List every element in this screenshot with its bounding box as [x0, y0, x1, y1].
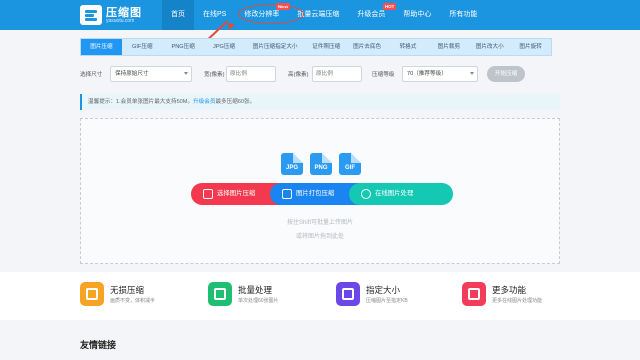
crop-frame-icon [336, 282, 360, 306]
plus-circle-icon [361, 189, 371, 199]
nav-home[interactable]: 首页 [162, 0, 194, 30]
png-file-icon: PNG [310, 153, 332, 175]
shift-hint: 按住Shift可批量上传图片 [286, 220, 353, 226]
nav-upgrade-member[interactable]: 升级会员 HOT [348, 0, 397, 30]
feature-desc: 画质不变，体积减半 [110, 298, 156, 304]
feature-title: 指定大小 [366, 285, 401, 295]
notice-suffix: 最多压缩60张。 [215, 99, 256, 105]
tab-compress-to-size[interactable]: 图片压缩指定大小 [245, 39, 306, 55]
site-logo[interactable]: 压缩图 yasuotu.com [80, 4, 152, 26]
feature-title: 更多功能 [492, 285, 527, 295]
level-select-value: 70（推荐等级） [407, 71, 447, 77]
logo-subtitle: yasuotu.com [106, 18, 135, 24]
chevron-down-icon [470, 72, 474, 75]
upload-dropzone[interactable]: JPG PNG GIF 选择图片压缩 图片打包压缩 在线图片处理 按住Shift… [80, 118, 560, 264]
image-icon [203, 189, 213, 199]
size-select-value: 保持原始尺寸 [115, 71, 149, 77]
tab-resize[interactable]: 图片改大小 [469, 39, 510, 55]
notice-text: 温馨提示：1.会员单张图片最大支持50M。 [88, 99, 194, 105]
tab-rotate[interactable]: 图片旋转 [510, 39, 551, 55]
size-label: 选择尺寸 [80, 72, 103, 78]
width-input[interactable] [226, 66, 276, 82]
feature-lossless: 无损压缩 画质不变，体积减半 [80, 282, 200, 310]
friend-links-title: 友情链接 [80, 340, 117, 350]
nav-all-features[interactable]: 所有功能 [440, 0, 486, 30]
feature-batch: 批量处理 单次处理60张图片 [208, 282, 328, 310]
tab-convert-format[interactable]: 转格式 [388, 39, 429, 55]
main-nav: 首页 在线PS 修改分辨率 NEW 批量云端压缩 升级会员 HOT 帮助中心 所有功… [162, 0, 486, 30]
online-image-process-button[interactable]: 在线图片处理 [349, 183, 453, 205]
annotation-circle [238, 4, 304, 24]
chevron-down-icon [184, 72, 188, 75]
drag-hint: 或将图片拖到此处 [295, 234, 344, 240]
top-navbar: 压缩图 yasuotu.com 首页 在线PS 修改分辨率 NEW 批量云端压缩 … [0, 0, 640, 30]
feature-desc: 单次处理60张图片 [238, 298, 279, 304]
tab-png-compress[interactable]: PNG压缩 [163, 39, 204, 55]
gif-file-icon: GIF [339, 153, 361, 175]
tool-tabs: 图片压缩 GIF压缩 PNG压缩 JPG压缩 图片压缩指定大小 证件照压缩 图片… [80, 38, 552, 56]
height-input[interactable] [312, 66, 362, 82]
tab-image-compress[interactable]: 图片压缩 [81, 39, 122, 55]
jpg-file-icon: JPG [281, 153, 303, 175]
compress-options: 选择尺寸 保持原始尺寸 宽(像素) 高(像素) 压缩等级 70（推荐等级） 开始… [80, 66, 560, 84]
tab-id-photo-compress[interactable]: 证件照压缩 [306, 39, 347, 55]
logo-icon [80, 5, 102, 25]
notice-bar: 温馨提示：1.会员单张图片最大支持50M。升级会员最多压缩60张。 [80, 94, 560, 110]
format-icons: JPG PNG GIF [281, 153, 361, 175]
start-compress-button[interactable]: 开始压缩 [487, 66, 525, 82]
feature-desc: 更多在线图片处理功能 [492, 298, 543, 304]
feature-title: 无损压缩 [110, 285, 145, 295]
size-select[interactable]: 保持原始尺寸 [110, 66, 192, 82]
batch-icon [208, 282, 232, 306]
level-label: 压缩等级 [372, 72, 395, 78]
height-label: 高(像素) [288, 72, 309, 78]
grid-apps-icon [462, 282, 486, 306]
feature-target-size: 指定大小 压缩图片至指定KB [336, 282, 456, 310]
width-label: 宽(像素) [204, 72, 225, 78]
feature-more: 更多功能 更多在线图片处理功能 [462, 282, 582, 310]
feature-desc: 压缩图片至指定KB [366, 298, 408, 304]
nav-help-center[interactable]: 帮助中心 [394, 0, 440, 30]
tab-gif-compress[interactable]: GIF压缩 [122, 39, 163, 55]
tab-crop[interactable]: 图片裁剪 [428, 39, 469, 55]
upgrade-link[interactable]: 升级会员 [193, 99, 215, 105]
compress-arrows-icon [80, 282, 104, 306]
tab-remove-background[interactable]: 图片去底色 [347, 39, 388, 55]
feature-title: 批量处理 [238, 285, 273, 295]
tab-jpg-compress[interactable]: JPG压缩 [204, 39, 245, 55]
package-icon [282, 189, 292, 199]
level-select[interactable]: 70（推荐等级） [402, 66, 478, 82]
